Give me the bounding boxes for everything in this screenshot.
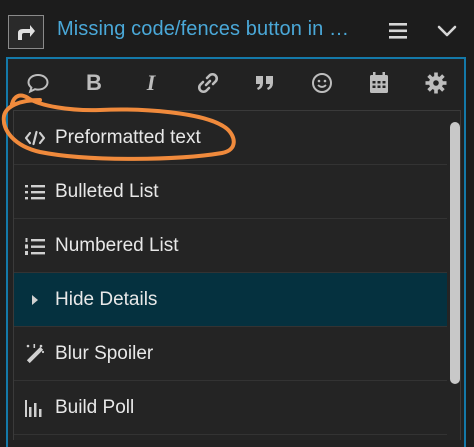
blockquote-button[interactable]: [251, 70, 279, 96]
composer-header: Missing code/fences button in …: [0, 0, 474, 62]
menu-item-preformatted-text[interactable]: Preformatted text: [14, 111, 447, 165]
menu-item-blur-spoiler[interactable]: Blur Spoiler: [14, 327, 447, 381]
menu-item-label: Preformatted text: [55, 126, 201, 148]
calendar-icon: [370, 72, 388, 93]
menu-item-build-poll[interactable]: Build Poll: [14, 381, 447, 435]
settings-button[interactable]: [422, 70, 450, 96]
menu-item-bulleted-list[interactable]: Bulleted List: [14, 165, 447, 219]
blockquote-icon: [256, 76, 273, 90]
calendar-button[interactable]: [365, 70, 393, 96]
italic-icon: I: [146, 70, 156, 95]
caret-right-icon: [24, 289, 46, 311]
menu-item-hide-details[interactable]: Hide Details: [14, 273, 447, 327]
chevron-down-icon: [437, 25, 457, 37]
emoji-button[interactable]: [308, 70, 336, 96]
magic-wand-icon: [24, 343, 46, 365]
menu-item-label: Hide Details: [55, 288, 158, 310]
reply-button[interactable]: [8, 15, 44, 49]
bar-chart-icon: [24, 397, 46, 419]
italic-button[interactable]: I: [137, 70, 165, 96]
quote-icon: [27, 73, 49, 94]
bold-button[interactable]: B: [80, 70, 108, 96]
bulleted-list-icon: [24, 181, 46, 203]
bold-icon: B: [86, 70, 102, 95]
quote-button[interactable]: [24, 70, 52, 96]
code-icon: [24, 127, 46, 149]
toolbar-options-menu: Preformatted text Bulleted List Numbered…: [13, 110, 461, 440]
gear-icon: [425, 72, 447, 94]
menu-item-label: Bulleted List: [55, 180, 159, 202]
scrollbar-thumb[interactable]: [450, 122, 460, 384]
share-arrow-icon: [18, 25, 35, 40]
collapse-button[interactable]: [434, 20, 460, 42]
menu-item-label: Blur Spoiler: [55, 342, 154, 364]
menu-item-label: Numbered List: [55, 234, 179, 256]
menu-item-numbered-list[interactable]: Numbered List: [14, 219, 447, 273]
hamburger-icon: [389, 23, 407, 39]
numbered-list-icon: [24, 235, 46, 257]
menu-button[interactable]: [386, 20, 410, 42]
menu-item-label: Build Poll: [55, 396, 135, 418]
link-button[interactable]: [194, 70, 222, 96]
topic-title[interactable]: Missing code/fences button in …: [57, 18, 349, 41]
link-icon: [197, 72, 219, 94]
emoji-icon: [312, 73, 332, 93]
